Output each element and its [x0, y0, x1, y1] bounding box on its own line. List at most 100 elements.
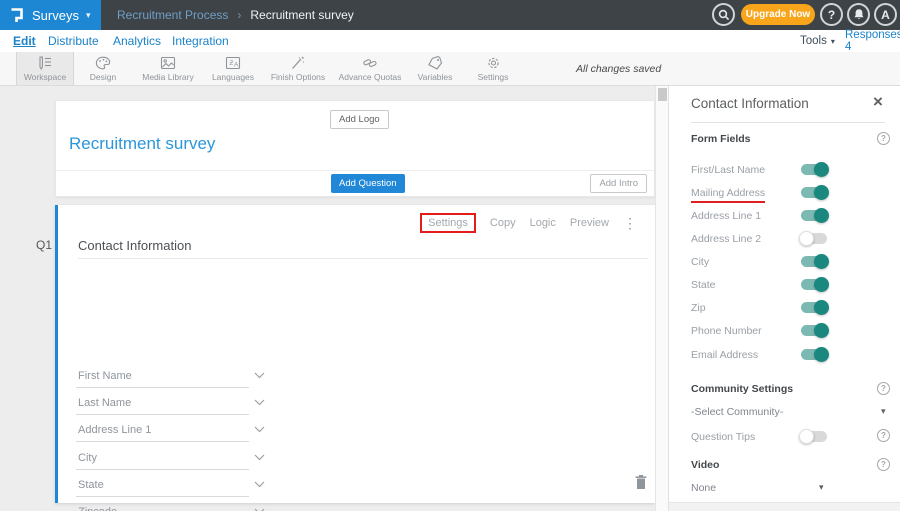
field-label: Address Line 1 [78, 424, 151, 436]
toolbar-label: Languages [212, 72, 254, 82]
bell-icon [853, 8, 865, 21]
chevron-down-icon[interactable] [254, 426, 265, 433]
toggle-label: City [691, 256, 709, 268]
tab-analytics[interactable]: Analytics [113, 30, 161, 52]
add-intro-button[interactable]: Add Intro [590, 174, 647, 193]
search-button[interactable] [712, 3, 735, 26]
state-toggle[interactable] [801, 279, 827, 290]
breadcrumb-folder[interactable]: Recruitment Process [117, 8, 228, 22]
toggle-row-address-line-2: Address Line 2 [691, 231, 885, 247]
toolbar-item-languages[interactable]: ƵA Languages [204, 52, 262, 85]
field-row-address-line-1[interactable]: Address Line 1 [76, 421, 249, 442]
toolbar-item-workspace[interactable]: Workspace [16, 52, 74, 85]
video-select[interactable]: None ▾ [691, 480, 885, 496]
toolbar-item-media-library[interactable]: Media Library [132, 52, 204, 85]
close-icon[interactable]: × [873, 92, 883, 112]
tab-distribute[interactable]: Distribute [48, 30, 99, 52]
field-row-zipcode[interactable]: Zipcode [76, 503, 249, 511]
question-action-preview[interactable]: Preview [570, 217, 609, 229]
address-line-2-toggle[interactable] [801, 233, 827, 244]
toolbar-items: Workspace Design Media Library ƵA Langua… [16, 52, 522, 85]
survey-toolbar: Workspace Design Media Library ƵA Langua… [0, 52, 900, 86]
field-row-city[interactable]: City [76, 449, 249, 470]
kebab-menu-icon[interactable]: ⋮ [623, 217, 637, 229]
toolbar-item-finish-options[interactable]: Finish Options [262, 52, 334, 85]
video-select-value: None [691, 482, 716, 494]
chevron-down-icon[interactable] [254, 372, 265, 379]
chevron-down-icon[interactable] [254, 399, 265, 406]
surveys-menu-label: Surveys [32, 8, 79, 23]
add-question-button[interactable]: Add Question [331, 174, 405, 193]
toggle-row-state: State [691, 277, 885, 293]
zip-toggle[interactable] [801, 302, 827, 313]
surveys-menu[interactable]: Surveys ▾ [0, 0, 101, 30]
mailing-address-toggle[interactable] [801, 187, 827, 198]
survey-header-card: Add Logo Recruitment survey Add Question… [55, 100, 655, 197]
field-row-last-name[interactable]: Last Name [76, 394, 249, 415]
community-settings-heading: Community Settings [691, 383, 793, 395]
toggle-knob [814, 185, 829, 200]
toolbar-label: Workspace [24, 72, 66, 82]
toolbar-label: Design [90, 72, 116, 82]
panel-bottom-strip [669, 502, 900, 511]
toolbar-label: Finish Options [271, 72, 325, 82]
field-row-state[interactable]: State [76, 476, 249, 497]
help-icon[interactable]: ? [877, 382, 890, 395]
avatar-initial: A [881, 8, 890, 22]
community-select[interactable]: -Select Community- ▾ [691, 404, 885, 420]
breadcrumb-separator-icon: › [237, 8, 241, 22]
translate-icon: ƵA [225, 56, 241, 70]
help-button[interactable]: ? [820, 3, 843, 26]
chevron-down-icon: ▾ [831, 37, 835, 46]
address-line-1-toggle[interactable] [801, 210, 827, 221]
toggle-knob [814, 323, 829, 338]
tools-menu[interactable]: Tools ▾ [800, 30, 835, 52]
gear-icon [486, 56, 501, 70]
delete-question-icon[interactable] [634, 474, 648, 490]
toggle-label: Email Address [691, 349, 758, 361]
toolbar-label: Media Library [142, 72, 194, 82]
workspace-icon [37, 56, 53, 70]
chevron-down-icon[interactable] [254, 454, 265, 461]
question-action-logic[interactable]: Logic [530, 217, 556, 229]
toggle-label: Mailing Address [691, 187, 765, 199]
help-icon: ? [828, 8, 835, 22]
panel-title: Contact Information [691, 96, 809, 111]
account-avatar[interactable]: A [874, 3, 897, 26]
toolbar-item-variables[interactable]: Variables [406, 52, 464, 85]
notifications-button[interactable] [847, 3, 870, 26]
tag-icon [427, 56, 443, 70]
email-address-toggle[interactable] [801, 349, 827, 360]
tab-edit[interactable]: Edit [13, 30, 36, 52]
question-tips-toggle[interactable] [801, 431, 827, 442]
question-action-settings[interactable]: Settings [420, 213, 476, 233]
city-toggle[interactable] [801, 256, 827, 267]
question-action-copy[interactable]: Copy [490, 217, 516, 229]
chevron-down-icon[interactable] [254, 481, 265, 488]
toolbar-item-settings[interactable]: Settings [464, 52, 522, 85]
phone-number-toggle[interactable] [801, 325, 827, 336]
responses-link[interactable]: Responses: 4 [845, 30, 900, 52]
add-logo-button[interactable]: Add Logo [330, 110, 389, 129]
upgrade-now-button[interactable]: Upgrade Now [741, 4, 815, 25]
toolbar-item-advance-quotas[interactable]: Advance Quotas [334, 52, 406, 85]
first-last-name-toggle[interactable] [801, 164, 827, 175]
toggle-row-email-address: Email Address [691, 347, 885, 363]
help-icon[interactable]: ? [877, 458, 890, 471]
question-title[interactable]: Contact Information [78, 238, 191, 253]
toggle-row-mailing-address: Mailing Address [691, 185, 885, 201]
toolbar-item-design[interactable]: Design [74, 52, 132, 85]
tab-integration[interactable]: Integration [172, 30, 229, 52]
toggle-knob [799, 231, 814, 246]
nav-bar: Edit Distribute Analytics Integration To… [0, 30, 900, 52]
question-actions: Settings Copy Logic Preview ⋮ [420, 213, 637, 233]
survey-editor-canvas: Add Logo Recruitment survey Add Question… [0, 86, 668, 511]
scrollbar-thumb[interactable] [658, 88, 667, 101]
help-icon[interactable]: ? [877, 429, 890, 442]
question-number: Q1 [36, 238, 52, 252]
help-icon[interactable]: ? [877, 132, 890, 145]
toggle-knob [814, 347, 829, 362]
toggle-knob [799, 429, 814, 444]
survey-title[interactable]: Recruitment survey [69, 134, 215, 154]
field-row-first-name[interactable]: First Name [76, 367, 249, 388]
